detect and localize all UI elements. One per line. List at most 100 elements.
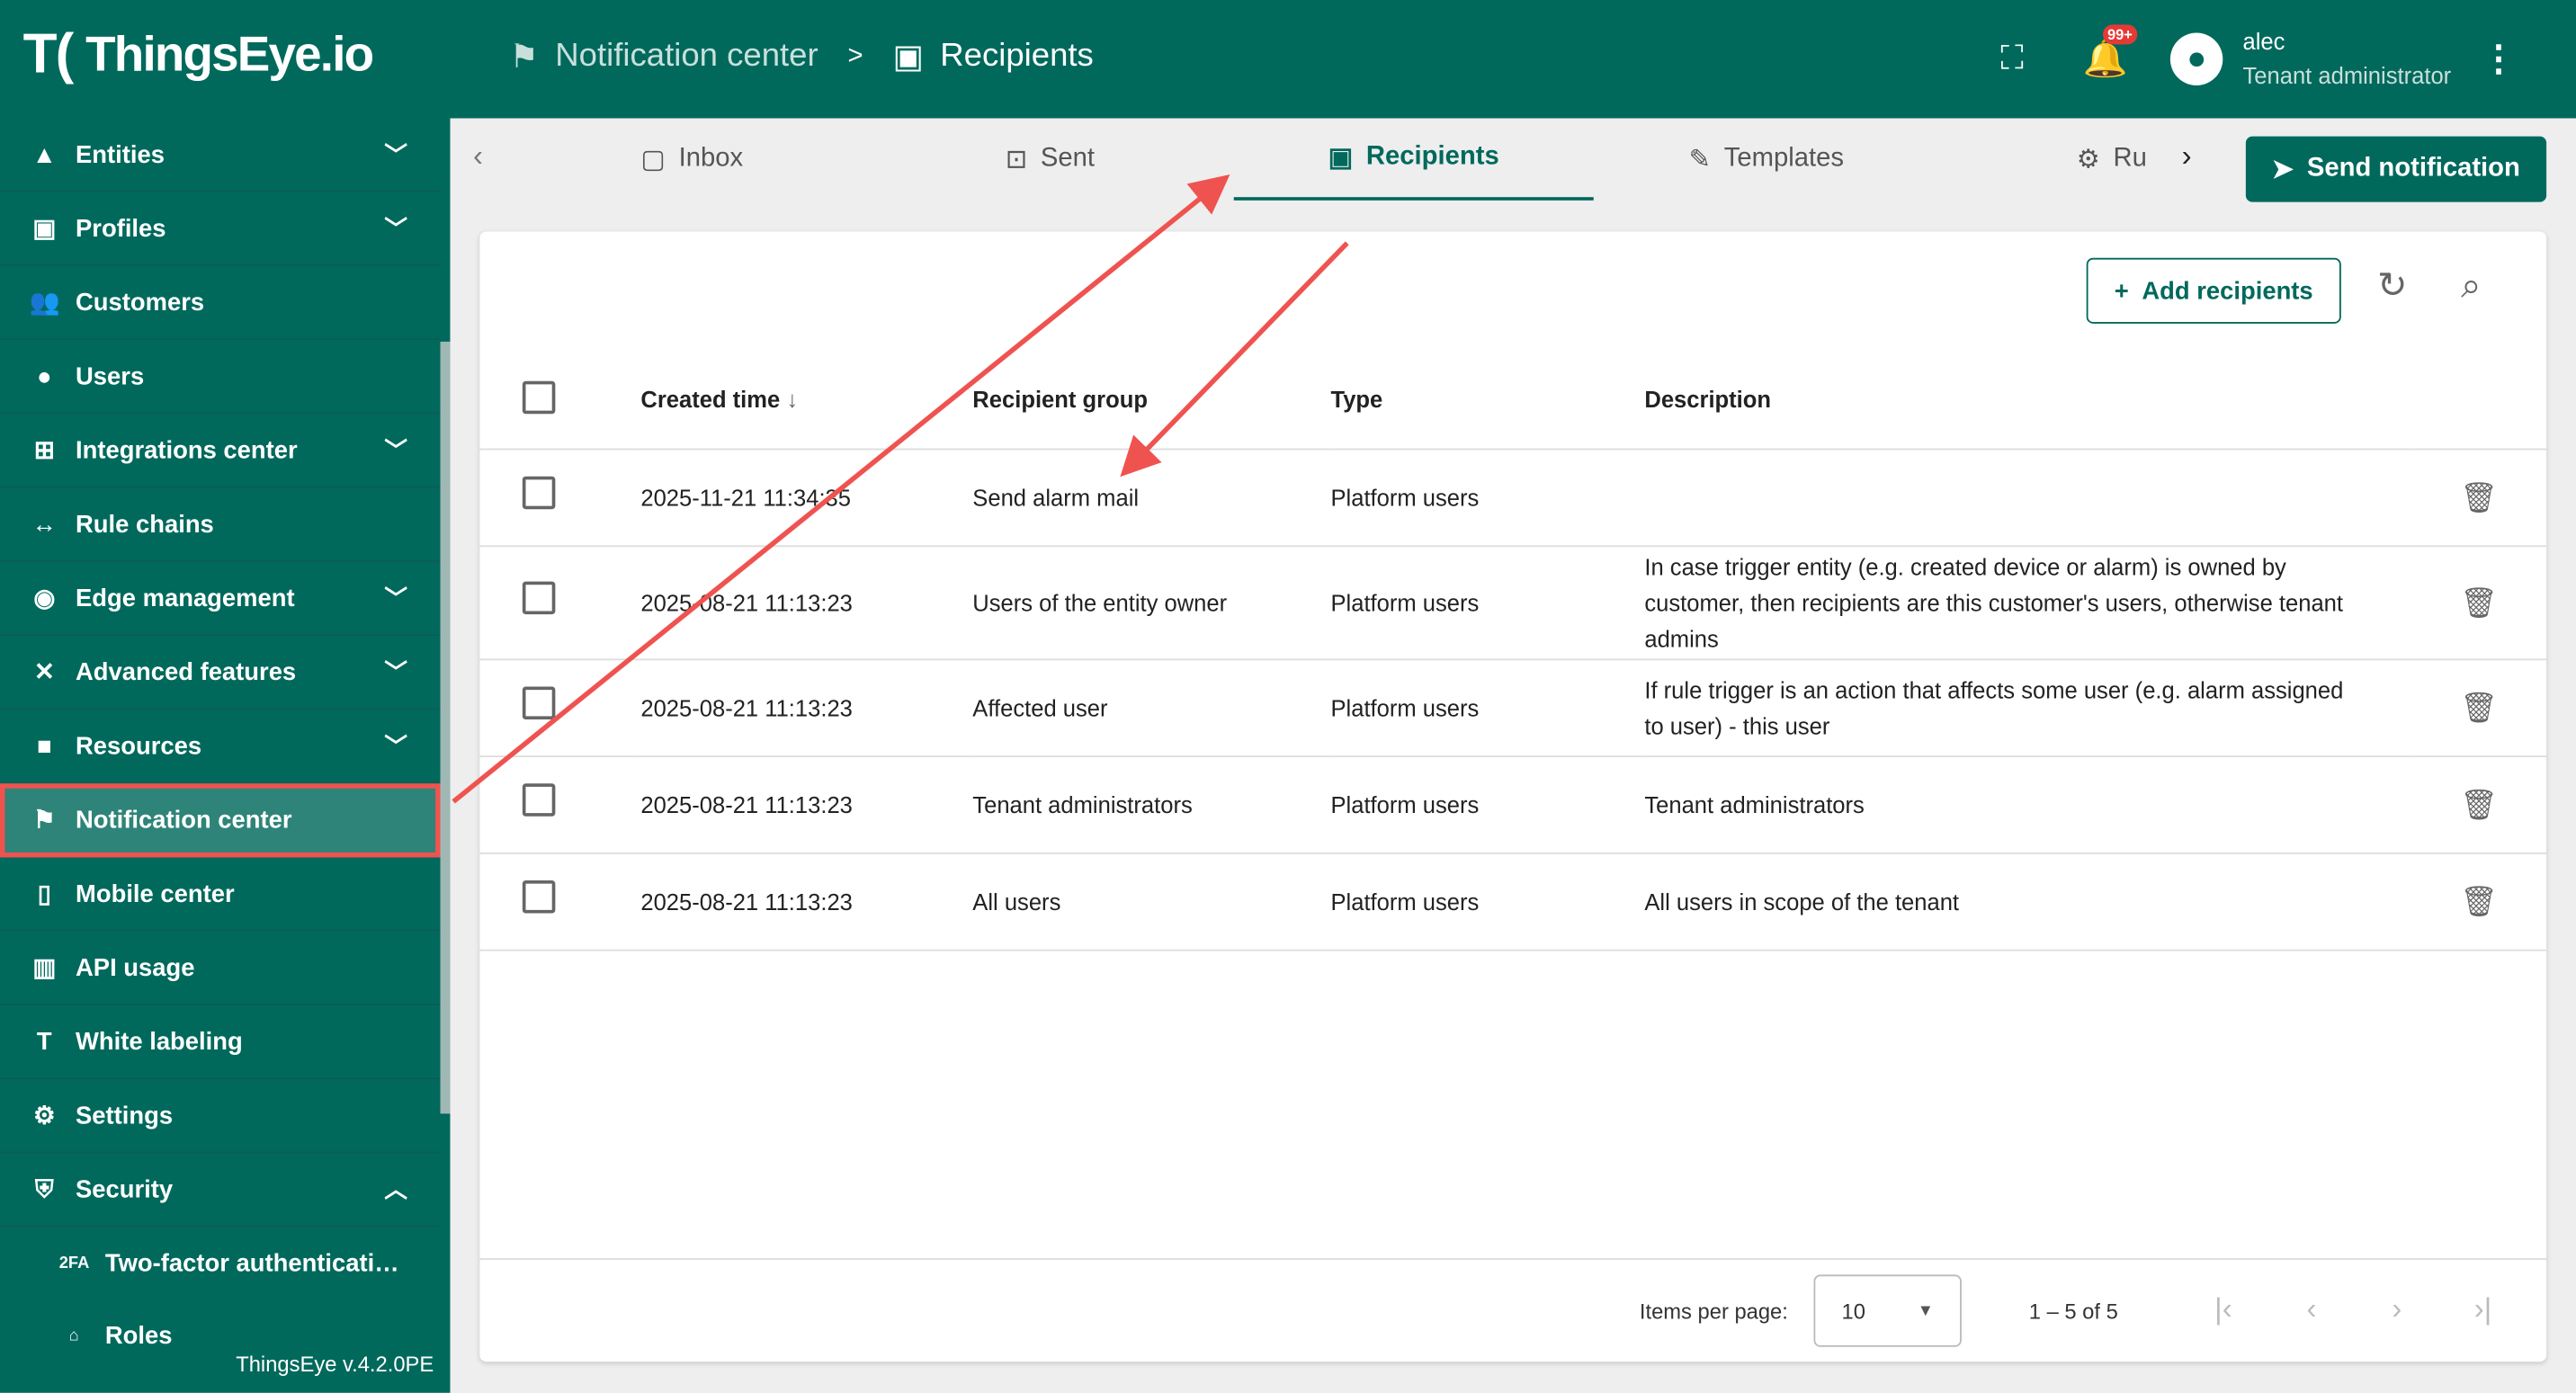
cell-type: Platform users	[1328, 659, 1643, 758]
sidebar-item-label: Users	[76, 362, 145, 390]
fullscreen-icon[interactable]: ⛶	[2000, 40, 2024, 78]
cell-recipient-group: Affected user	[970, 659, 1329, 758]
search-icon[interactable]: ⌕	[2461, 264, 2482, 307]
table-row[interactable]: 2025-08-21 11:13:23 Tenant administrator…	[479, 756, 2547, 854]
rule-icon: ⚙	[2076, 146, 2100, 174]
sidebar-item-notification-center[interactable]: ⚑ Notification center	[0, 783, 441, 858]
chevron-down-icon[interactable]: ﹀	[384, 656, 407, 689]
previous-page-button[interactable]: ‹	[2306, 1292, 2316, 1326]
row-checkbox[interactable]	[522, 880, 556, 914]
sidebar-icon: ▥	[32, 954, 57, 983]
send-icon: ➤	[2271, 156, 2294, 184]
column-created-time[interactable]: Created time ↓	[639, 350, 971, 451]
sidebar-item-advanced-features[interactable]: ✕ Advanced features ﹀	[0, 636, 441, 710]
breadcrumb-notification-center[interactable]: Notification center	[555, 38, 818, 76]
sidebar: ▲ Entities ﹀ ▣ Profiles ﹀ 👥 Customers ● Users ⊞ Int…	[0, 118, 451, 1393]
delete-icon[interactable]: 🗑	[2460, 480, 2498, 513]
logo[interactable]: T(ThingsEye.io	[23, 23, 375, 87]
last-page-button[interactable]: ›|	[2474, 1292, 2491, 1326]
delete-icon[interactable]: 🗑	[2460, 585, 2498, 619]
chevron-down-icon[interactable]: ﹀	[384, 729, 407, 763]
sidebar-icon: ▯	[37, 880, 51, 909]
sidebar-item-label: Rule chains	[76, 510, 214, 539]
delete-icon[interactable]: 🗑	[2460, 788, 2498, 821]
sidebar-item-integrations-center[interactable]: ⊞ Integrations center ﹀	[0, 414, 441, 488]
sidebar-item-users[interactable]: ● Users	[0, 340, 441, 415]
chevron-down-icon[interactable]: ﹀	[384, 212, 407, 246]
sort-down-icon: ↓	[786, 386, 799, 413]
tab-templates[interactable]: ✎ Templates	[1689, 119, 1844, 201]
sidebar-item-white-labeling[interactable]: T White labeling	[0, 1005, 441, 1080]
sidebar-icon: ⛨	[35, 1174, 54, 1203]
cell-created-time: 2025-11-21 11:34:35	[639, 449, 971, 548]
sidebar-item-label: Customers	[76, 288, 205, 317]
cell-recipient-group: Send alarm mail	[970, 449, 1329, 548]
cell-type: Platform users	[1328, 756, 1643, 854]
tab-recipients[interactable]: ▣ Recipients	[1233, 119, 1594, 201]
row-checkbox[interactable]	[522, 476, 556, 510]
next-page-button[interactable]: ›	[2392, 1292, 2402, 1326]
sidebar-icon: ⚙	[33, 1102, 56, 1130]
column-description: Description	[1642, 350, 2412, 451]
notifications-button[interactable]: 🔔 99+	[2083, 24, 2138, 80]
user-info[interactable]: alec Tenant administrator	[2242, 24, 2451, 94]
chevron-down-icon[interactable]: ﹀	[384, 138, 407, 171]
recipients-table-card: + Add recipients ↻ ⌕ Created time ↓ Recip…	[479, 231, 2547, 1362]
cell-description: If rule trigger is an action that affect…	[1642, 659, 2412, 758]
sidebar-icon: ◉	[33, 585, 56, 613]
row-checkbox[interactable]	[522, 783, 556, 817]
column-recipient-group[interactable]: Recipient group	[970, 350, 1329, 451]
paginator: Items per page: 10 ▼ 1 – 5 of 5 |‹ ‹ › ›|	[479, 1258, 2547, 1362]
sidebar-scrollbar[interactable]	[440, 341, 451, 1114]
sidebar-item-two-factor-authenticati[interactable]: 2FA Two-factor authenticati…	[0, 1227, 441, 1299]
delete-icon[interactable]: 🗑	[2460, 885, 2498, 918]
sidebar-item-resources[interactable]: ■ Resources ﹀	[0, 710, 441, 784]
sidebar-item-entities[interactable]: ▲ Entities ﹀	[0, 119, 441, 192]
cell-created-time: 2025-08-21 11:13:23	[639, 546, 971, 661]
notification-badge: 99+	[2102, 24, 2138, 45]
sidebar-item-edge-management[interactable]: ◉ Edge management ﹀	[0, 562, 441, 636]
tabs-scroll-left[interactable]: ‹	[473, 139, 483, 174]
plus-icon: +	[2114, 276, 2129, 305]
sidebar-item-label: Security	[76, 1174, 174, 1203]
dropdown-arrow-icon: ▼	[1917, 1301, 1934, 1320]
notification-icon: ⚑	[509, 39, 539, 76]
send-notification-button[interactable]: ➤ Send notification	[2245, 136, 2547, 202]
more-menu-icon[interactable]: ⋮	[2481, 38, 2517, 80]
first-page-button[interactable]: |‹	[2214, 1292, 2232, 1326]
sidebar-item-settings[interactable]: ⚙ Settings	[0, 1079, 441, 1154]
avatar[interactable]: ●	[2170, 32, 2223, 85]
sidebar-item-api-usage[interactable]: ▥ API usage	[0, 932, 441, 1005]
sidebar-icon: ■	[37, 731, 52, 760]
row-checkbox[interactable]	[522, 581, 556, 615]
tabs-scroll-right[interactable]: ›	[2182, 139, 2192, 174]
sidebar-icon: ↔	[31, 510, 58, 539]
table-row[interactable]: 2025-08-21 11:13:23 Users of the entity …	[479, 546, 2547, 661]
sidebar-item-profiles[interactable]: ▣ Profiles ﹀	[0, 192, 441, 266]
sidebar-item-mobile-center[interactable]: ▯ Mobile center	[0, 857, 441, 932]
chevron-down-icon[interactable]: ﹀	[384, 582, 407, 615]
sidebar-item-rule-chains[interactable]: ↔ Rule chains	[0, 487, 441, 562]
chevron-up-icon[interactable]: ︿	[384, 1173, 407, 1206]
sidebar-item-security[interactable]: ⛨ Security ︿	[0, 1153, 441, 1228]
tab-inbox[interactable]: ▢ Inbox	[640, 119, 743, 201]
cell-created-time: 2025-08-21 11:13:23	[639, 853, 971, 951]
sidebar-item-customers[interactable]: 👥 Customers	[0, 266, 441, 341]
delete-icon[interactable]: 🗑	[2460, 691, 2498, 724]
table-row[interactable]: 2025-08-21 11:13:23 Affected user Platfo…	[479, 659, 2547, 758]
sidebar-item-label: Profiles	[76, 214, 166, 243]
table-row[interactable]: 2025-08-21 11:13:23 All users Platform u…	[479, 853, 2547, 951]
table-row[interactable]: 2025-11-21 11:34:35 Send alarm mail Plat…	[479, 449, 2547, 548]
refresh-icon[interactable]: ↻	[2377, 264, 2408, 307]
tab-bar: ‹ ▢ Inbox ⊡ Sent ▣ Recipients ✎ Templates ⚙ R…	[450, 119, 2576, 202]
tab-rules[interactable]: ⚙ Ru	[2077, 119, 2147, 201]
chevron-down-icon[interactable]: ﹀	[384, 433, 407, 467]
sidebar-item-label: Integrations center	[76, 435, 298, 464]
add-recipients-button[interactable]: + Add recipients	[2086, 257, 2341, 324]
page-size-select[interactable]: 10 ▼	[1813, 1274, 1962, 1347]
column-type[interactable]: Type	[1328, 350, 1643, 451]
row-checkbox[interactable]	[522, 686, 556, 720]
tab-sent[interactable]: ⊡ Sent	[1006, 119, 1095, 201]
select-all-checkbox[interactable]	[522, 380, 556, 414]
sidebar-item-label: Advanced features	[76, 657, 297, 686]
